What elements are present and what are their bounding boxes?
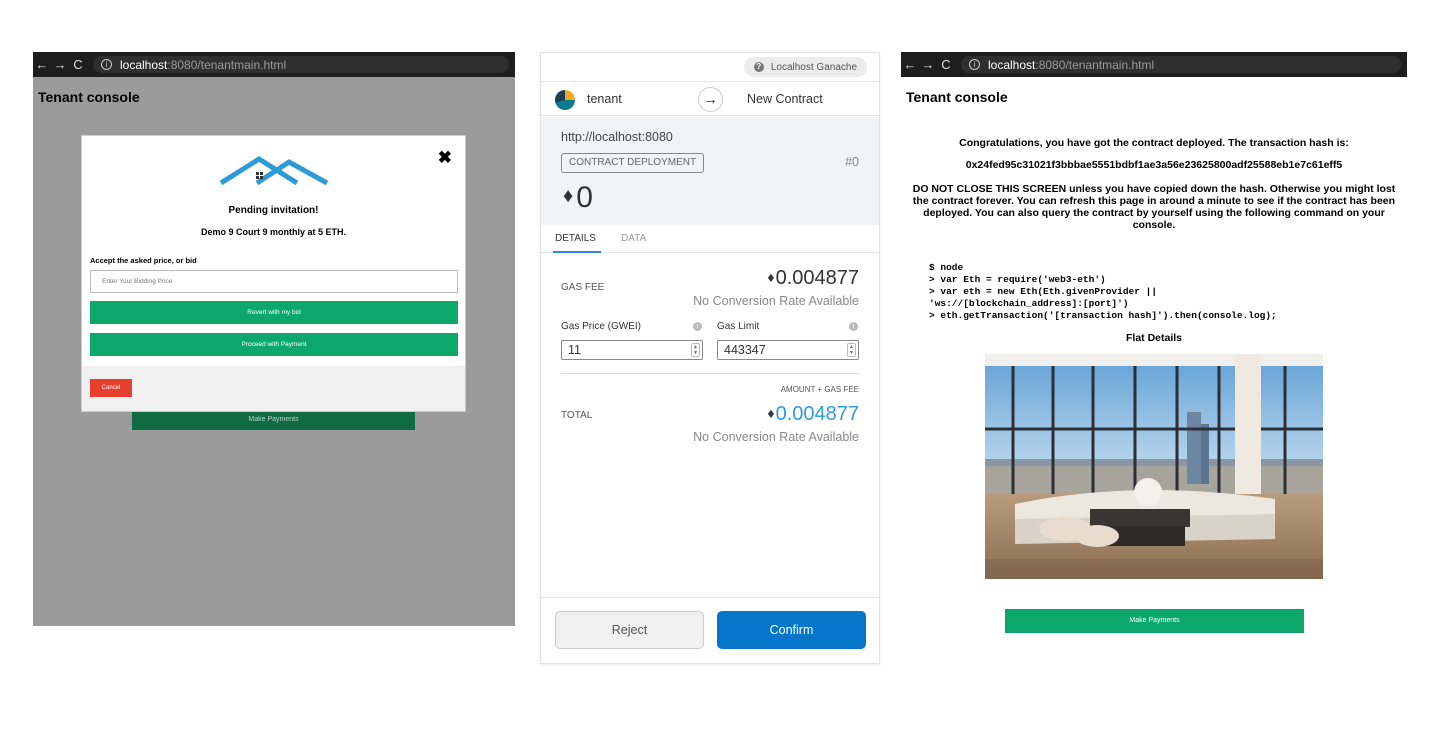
back-arrow-icon[interactable]: ←: [33, 57, 51, 72]
total-label: TOTAL: [561, 410, 593, 421]
network-selector[interactable]: ? Localhost Ganache: [743, 57, 867, 77]
origin-url: http://localhost:8080: [561, 130, 673, 144]
eth-icon: ♦: [767, 269, 775, 285]
gas-price-label: Gas Price (GWEI): [561, 321, 642, 332]
revert-with-bid-button[interactable]: Revert with my bid: [90, 301, 458, 324]
invitation-modal: ✖ Pending invitation! Demo 9 Court 9 mon…: [81, 135, 466, 412]
console-code-block: $ node > var Eth = require('web3-eth') > v…: [929, 262, 1277, 322]
back-arrow-icon[interactable]: ←: [901, 57, 919, 72]
transaction-hash: 0x24fed95c31021f3bbbae5551bdbf1ae3a56e23…: [965, 159, 1343, 171]
tenant-console-deployed-window: ← → C i localhost:8080/tenantmain.html T…: [901, 52, 1407, 652]
reject-button[interactable]: Reject: [555, 611, 704, 649]
confirm-button[interactable]: Confirm: [717, 611, 866, 649]
page-title: Tenant console: [38, 89, 140, 105]
gas-limit-input[interactable]: 443347 ▲ ▼: [717, 340, 859, 360]
recipient-label: New Contract: [747, 92, 823, 106]
gas-price-info-icon[interactable]: i: [693, 322, 702, 331]
gas-limit-label: Gas Limit: [717, 321, 760, 332]
eth-icon: ♦: [563, 185, 574, 207]
warning-message: DO NOT CLOSE THIS SCREEN unless you have…: [912, 183, 1396, 231]
congrats-message: Congratulations, you have got the contra…: [959, 137, 1349, 149]
network-name: Localhost Ganache: [770, 61, 857, 73]
browser-toolbar: ← → C i localhost:8080/tenantmain.html: [901, 52, 1407, 77]
code-line: > var Eth = require('web3-eth'): [929, 274, 1106, 285]
bid-label: Accept the asked price, or bid: [90, 256, 197, 265]
house-logo-icon: [219, 156, 329, 186]
gas-price-value: 11: [568, 343, 581, 357]
gas-limit-value: 443347: [724, 343, 766, 357]
action-bar: Reject Confirm: [541, 597, 879, 663]
action-badge: CONTRACT DEPLOYMENT: [561, 153, 705, 173]
flat-photo: [985, 354, 1323, 579]
page-title: Tenant console: [906, 89, 1008, 105]
code-line: $ node: [929, 262, 964, 273]
reload-icon[interactable]: C: [937, 57, 955, 72]
code-line: > eth.getTransaction('[transaction hash]…: [929, 310, 1277, 321]
code-line: > var eth = new Eth(Eth.givenProvider ||: [929, 286, 1158, 297]
amount: ♦ 0: [563, 181, 593, 215]
forward-arrow-icon[interactable]: →: [51, 57, 69, 72]
url-host: localhost: [120, 57, 168, 72]
code-line: 'ws://[blockchain_address]:[port]'): [929, 298, 1129, 309]
account-row: tenant → New Contract: [541, 81, 879, 116]
stepper-down-icon[interactable]: ▼: [849, 350, 854, 356]
metamask-confirm-window: ? Localhost Ganache tenant → New Contrac…: [540, 52, 880, 664]
browser-toolbar: ← → C i localhost:8080/tenantmain.html: [33, 52, 515, 77]
cancel-button[interactable]: Cancel: [90, 379, 132, 397]
tenant-console-modal-window: ← → C i localhost:8080/tenantmain.html T…: [33, 52, 515, 626]
gas-fee-conversion: No Conversion Rate Available: [693, 294, 859, 308]
transaction-summary: http://localhost:8080 CONTRACT DEPLOYMEN…: [541, 117, 879, 225]
nonce: #0: [845, 155, 859, 169]
tab-details[interactable]: DETAILS: [555, 233, 596, 244]
modal-footer: Cancel: [82, 366, 465, 411]
flat-details-heading: Flat Details: [1125, 332, 1183, 344]
close-icon[interactable]: ✖: [438, 149, 452, 166]
forward-arrow-icon[interactable]: →: [919, 57, 937, 72]
active-tab-indicator: [553, 251, 601, 253]
total-conversion: No Conversion Rate Available: [693, 430, 859, 444]
make-payments-button[interactable]: Make Payments: [1005, 609, 1304, 633]
network-help-icon: ?: [753, 62, 764, 72]
site-info-icon[interactable]: i: [969, 59, 980, 70]
tab-bar: DETAILS DATA: [541, 225, 879, 253]
url-path: :8080/tenantmain.html: [1035, 57, 1155, 72]
eth-icon: ♦: [767, 405, 775, 421]
bid-price-input[interactable]: [90, 270, 458, 293]
make-payments-button-behind-overlay: Make Payments: [132, 410, 415, 430]
modal-subtitle: Demo 9 Court 9 monthly at 5 ETH.: [200, 227, 347, 237]
address-bar[interactable]: i localhost:8080/tenantmain.html: [93, 56, 509, 73]
amount-plus-gas-label: AMOUNT + GAS FEE: [780, 385, 859, 394]
gas-limit-info-icon[interactable]: i: [849, 322, 858, 331]
account-name: tenant: [587, 92, 622, 106]
proceed-with-payment-button[interactable]: Proceed with Payment: [90, 333, 458, 356]
stepper-down-icon[interactable]: ▼: [693, 350, 698, 356]
gas-fee-amount: ♦0.004877: [767, 267, 859, 290]
tab-data[interactable]: DATA: [621, 233, 646, 244]
arrow-right-icon: →: [698, 87, 723, 112]
gas-fee-value: 0.004877: [775, 267, 859, 289]
divider: [561, 373, 859, 374]
gas-price-stepper[interactable]: ▲ ▼: [691, 343, 700, 357]
modal-title: Pending invitation!: [228, 205, 319, 216]
url-host: localhost: [988, 57, 1036, 72]
gas-limit-stepper[interactable]: ▲ ▼: [847, 343, 856, 357]
total-amount: ♦0.004877: [767, 403, 859, 426]
site-info-icon[interactable]: i: [101, 59, 112, 70]
gas-price-input[interactable]: 11 ▲ ▼: [561, 340, 703, 360]
url-path: :8080/tenantmain.html: [167, 57, 287, 72]
gas-fee-label: GAS FEE: [561, 282, 605, 293]
amount-value: 0: [576, 181, 593, 214]
address-bar[interactable]: i localhost:8080/tenantmain.html: [961, 56, 1401, 73]
reload-icon[interactable]: C: [69, 57, 87, 72]
account-avatar: [555, 90, 575, 110]
total-value: 0.004877: [775, 403, 859, 425]
